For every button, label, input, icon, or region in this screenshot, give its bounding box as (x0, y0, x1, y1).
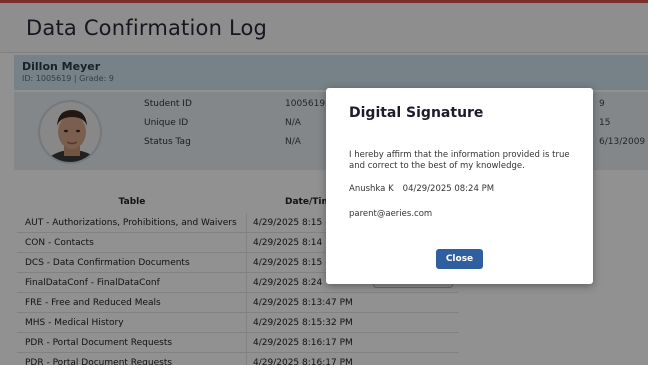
signer-email: parent@aeries.com (349, 209, 433, 219)
signature-line: Anushka K 04/29/2025 08:24 PM (349, 184, 494, 194)
affirmation-text: I hereby affirm that the information pro… (349, 150, 570, 171)
signature-date: 04/29/2025 08:24 PM (402, 184, 495, 194)
dialog-title: Digital Signature (349, 105, 484, 121)
signer-name: Anushka K (349, 184, 394, 194)
digital-signature-dialog: Digital Signature I hereby affirm that t… (326, 88, 593, 284)
close-button[interactable]: Close (436, 249, 483, 269)
